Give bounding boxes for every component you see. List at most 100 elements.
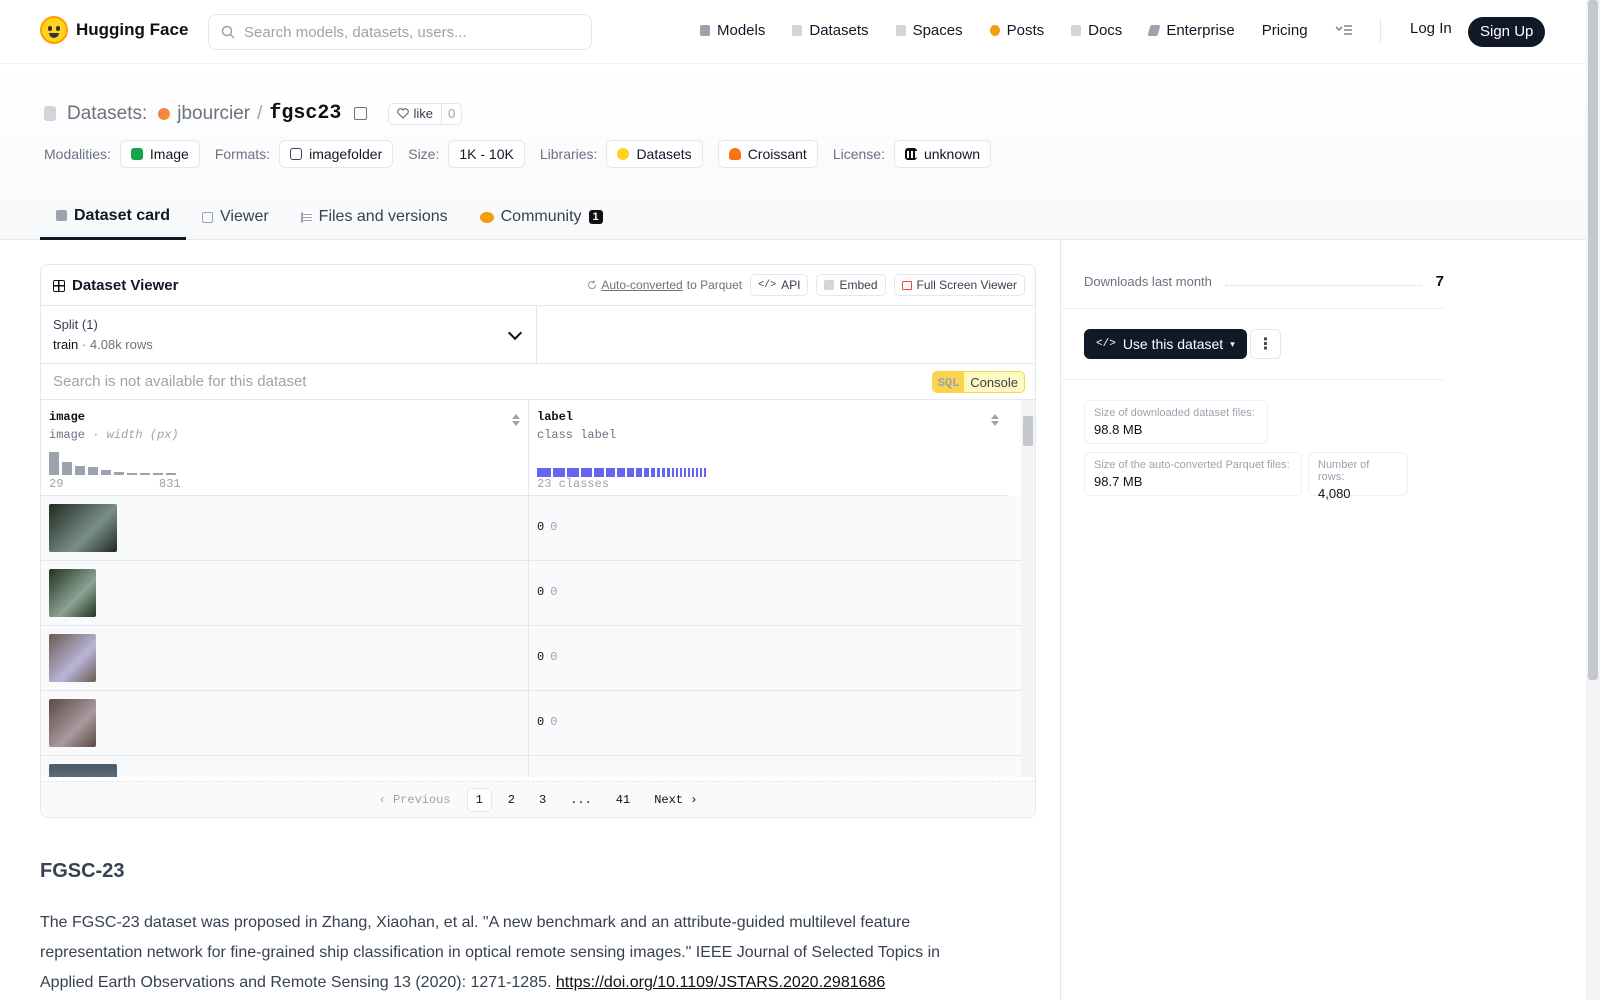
nav-spaces[interactable]: Spaces xyxy=(895,21,963,39)
histogram-bar[interactable] xyxy=(101,470,111,475)
class-bar[interactable] xyxy=(617,468,625,477)
tab-community[interactable]: Community 1 xyxy=(464,194,619,240)
next-page-button[interactable]: Next › xyxy=(646,789,705,811)
class-bar[interactable] xyxy=(680,468,682,477)
nav-enterprise[interactable]: Enterprise xyxy=(1147,22,1235,39)
histogram-bar[interactable] xyxy=(140,473,150,475)
api-button[interactable]: </> API xyxy=(750,274,809,296)
histogram-bar[interactable] xyxy=(62,462,72,475)
class-bar[interactable] xyxy=(696,468,698,477)
class-bar[interactable] xyxy=(636,468,642,477)
page-1[interactable]: 1 xyxy=(466,787,492,812)
class-bar[interactable] xyxy=(553,468,565,477)
more-options-icon[interactable]: ⋮ xyxy=(1250,329,1281,359)
tab-viewer[interactable]: Viewer xyxy=(186,194,285,240)
tab-dataset-card[interactable]: Dataset card xyxy=(40,194,187,240)
image-cell xyxy=(41,691,529,756)
class-bar[interactable] xyxy=(651,468,655,477)
nav-label: Spaces xyxy=(912,21,963,39)
scrollbar-thumb[interactable] xyxy=(1023,416,1033,446)
tag-library-datasets[interactable]: Datasets xyxy=(606,140,703,168)
image-thumbnail[interactable] xyxy=(49,504,117,552)
tag-license[interactable]: unknown xyxy=(893,140,992,168)
image-thumbnail[interactable] xyxy=(49,699,96,747)
tag-modality[interactable]: Image xyxy=(119,140,200,168)
histogram-bar[interactable] xyxy=(114,472,124,475)
split-selector[interactable]: Split (1) train · 4.08k rows xyxy=(41,306,537,363)
column-header-image[interactable]: image image · width (px) 29 831 xyxy=(41,400,529,496)
class-bar[interactable] xyxy=(567,468,579,477)
page-scrollbar-thumb[interactable] xyxy=(1588,0,1598,680)
column-header-label[interactable]: label class label 23 classes xyxy=(529,400,1007,496)
table-row[interactable] xyxy=(41,756,1021,777)
sql-console-button[interactable]: SQL Console xyxy=(931,371,1025,393)
login-link[interactable]: Log In xyxy=(1410,20,1452,37)
nav-models[interactable]: Models xyxy=(700,22,765,39)
class-bar[interactable] xyxy=(594,468,604,477)
tag-size[interactable]: 1K - 10K xyxy=(448,140,525,168)
page-3[interactable]: 3 xyxy=(531,789,554,811)
page-2[interactable]: 2 xyxy=(500,789,523,811)
sort-icon[interactable] xyxy=(991,414,999,426)
histogram-bar[interactable] xyxy=(166,473,176,475)
class-bar[interactable] xyxy=(667,468,670,477)
page-41[interactable]: 41 xyxy=(608,789,638,811)
histogram-bar[interactable] xyxy=(127,473,137,475)
tag-format[interactable]: imagefolder xyxy=(279,140,394,168)
class-bar[interactable] xyxy=(644,468,649,477)
class-bar[interactable] xyxy=(581,468,592,477)
signup-button[interactable]: Sign Up xyxy=(1468,17,1546,47)
like-button[interactable]: like 0 xyxy=(388,102,463,125)
histogram-bar[interactable] xyxy=(88,467,98,475)
embed-button[interactable]: Embed xyxy=(816,274,886,296)
page-scrollbar[interactable] xyxy=(1586,0,1600,1000)
label-value: 0 xyxy=(537,650,545,664)
histogram-bar[interactable] xyxy=(49,452,59,475)
class-bar[interactable] xyxy=(662,468,665,477)
class-bar[interactable] xyxy=(627,468,634,477)
previous-page-button[interactable]: ‹ Previous xyxy=(371,789,459,811)
class-bar[interactable] xyxy=(704,468,706,477)
table-row[interactable]: 00 xyxy=(41,496,1021,561)
section-label[interactable]: Datasets: xyxy=(67,103,147,125)
table-row[interactable]: 00 xyxy=(41,626,1021,691)
tab-files[interactable]: Files and versions xyxy=(285,194,464,240)
repo-name[interactable]: fgsc23 xyxy=(269,102,341,125)
class-bar[interactable] xyxy=(537,468,551,477)
class-bar[interactable] xyxy=(688,468,690,477)
search-input[interactable] xyxy=(244,23,564,41)
table-row[interactable]: 00 xyxy=(41,561,1021,626)
image-thumbnail[interactable] xyxy=(49,634,96,682)
console-label: Console xyxy=(970,374,1018,390)
image-thumbnail[interactable] xyxy=(49,764,117,777)
class-bar[interactable] xyxy=(676,468,678,477)
nav-pricing[interactable]: Pricing xyxy=(1262,22,1308,39)
class-bar[interactable] xyxy=(657,468,660,477)
use-dataset-button[interactable]: </> Use this dataset ▾ xyxy=(1084,329,1247,359)
logo[interactable]: Hugging Face xyxy=(40,16,188,44)
class-bar[interactable] xyxy=(692,468,694,477)
table-scrollbar[interactable] xyxy=(1021,400,1035,777)
class-bar[interactable] xyxy=(684,468,686,477)
table-row[interactable]: 00 xyxy=(41,691,1021,756)
class-bar[interactable] xyxy=(606,468,615,477)
search-box[interactable] xyxy=(208,14,592,50)
nav-posts[interactable]: Posts xyxy=(989,22,1044,39)
histogram-bar[interactable] xyxy=(153,473,163,475)
more-menu-icon[interactable] xyxy=(1335,24,1353,36)
class-bar[interactable] xyxy=(672,468,674,477)
copy-icon[interactable] xyxy=(354,107,368,120)
tag-library-croissant[interactable]: Croissant xyxy=(717,140,818,168)
doi-link[interactable]: https://doi.org/10.1109/JSTARS.2020.2981… xyxy=(556,974,885,991)
nav-docs[interactable]: Docs xyxy=(1071,22,1122,39)
image-icon xyxy=(130,148,143,160)
models-icon xyxy=(700,24,710,36)
owner-link[interactable]: jbourcier xyxy=(177,103,250,125)
auto-converted-link[interactable]: Auto-converted xyxy=(601,278,682,292)
nav-datasets[interactable]: Datasets xyxy=(792,22,869,39)
class-bar[interactable] xyxy=(700,468,702,477)
image-thumbnail[interactable] xyxy=(49,569,96,617)
histogram-bar[interactable] xyxy=(75,466,85,475)
fullscreen-viewer-button[interactable]: Full Screen Viewer xyxy=(893,274,1025,296)
sort-icon[interactable] xyxy=(512,414,520,426)
